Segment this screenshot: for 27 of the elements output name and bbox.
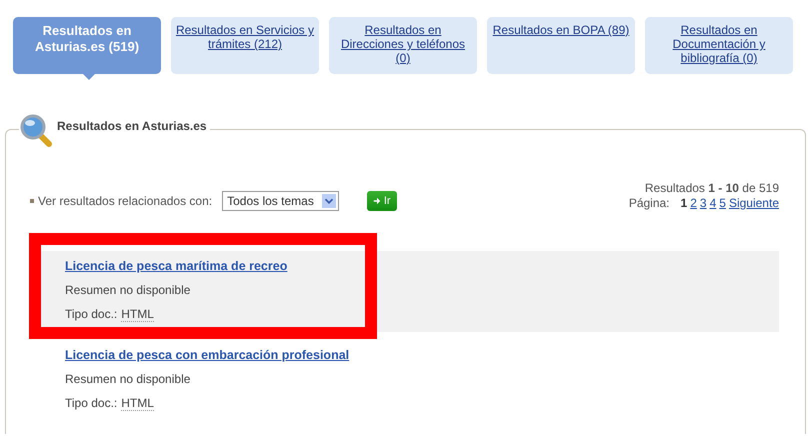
- page-link[interactable]: 5: [719, 196, 726, 211]
- page-link[interactable]: 1: [680, 196, 688, 211]
- page-link[interactable]: 4: [710, 196, 716, 211]
- result-link[interactable]: Licencia de pesca con embarcación profesional: [65, 348, 779, 362]
- next-link[interactable]: Siguiente: [728, 196, 779, 211]
- doc-type: HTML: [121, 307, 154, 322]
- results-count: Resultados 1 - 10 de 519: [644, 181, 779, 195]
- page-label: Página:: [628, 196, 670, 211]
- result-summary: Resumen no disponible: [65, 372, 192, 386]
- result-tab[interactable]: Resultados en Direcciones y teléfonos (0): [329, 17, 477, 74]
- doc-type-label: Tipo doc.:: [65, 396, 118, 411]
- result-tab[interactable]: Resultados en BOPA (89): [487, 17, 635, 74]
- arrow-icon: [372, 197, 381, 205]
- result-summary: Resumen no disponible: [65, 283, 192, 297]
- page-link[interactable]: 2: [690, 196, 697, 211]
- doc-type: HTML: [121, 396, 154, 411]
- panel-title: Resultados en Asturias.es: [57, 119, 207, 133]
- bullet-icon: [30, 199, 34, 203]
- page-link[interactable]: 3: [700, 196, 707, 211]
- filter-label: Ver resultados relacionados con:: [38, 194, 212, 208]
- result-link[interactable]: Licencia de pesca marítima de recreo: [65, 259, 779, 273]
- result-tab[interactable]: Resultados en Servicios y trámites (212): [171, 17, 319, 74]
- tab-pointer-icon: [83, 74, 95, 80]
- magnifier-icon: [19, 114, 53, 148]
- topic-select[interactable]: Todos los temas: [222, 191, 339, 211]
- result-tab[interactable]: Resultados en Documentación y bibliografía (0): [645, 17, 793, 74]
- doc-type-label: Tipo doc.:: [65, 307, 118, 322]
